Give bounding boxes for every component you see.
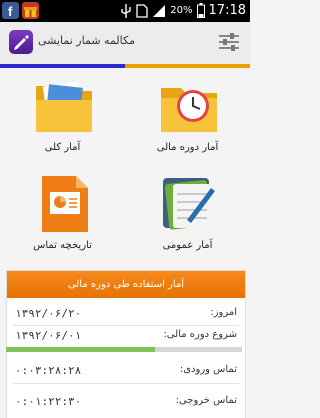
period-progress-bar	[6, 347, 242, 352]
financial-period-panel: آمار استفاده طی دوره مالی امروز: ۱۳۹۲/۰۶…	[6, 270, 246, 418]
outgoing-calls-row: تماس خروجی: ۰:۰۱:۲۲:۳۰	[7, 395, 245, 411]
facebook-icon: f	[2, 2, 19, 19]
period-start-row: شروع دوره مالی: ۱۳۹۲/۰۶/۰۱	[7, 329, 245, 345]
today-row: امروز: ۱۳۹۲/۰۶/۲۰	[7, 307, 245, 323]
incoming-calls-row: تماس ورودی: ۰:۰۳:۲۸:۲۸	[7, 364, 245, 380]
signal-icon	[153, 4, 166, 17]
menu-grid: آمار دوره مالی آمار کلی آمار عمومی تاریخ…	[0, 68, 250, 264]
row-value: ۱۳۹۲/۰۶/۰۱	[15, 329, 82, 342]
sliders-icon[interactable]	[218, 31, 240, 53]
tile-general-stats[interactable]: آمار کلی	[0, 68, 125, 166]
row-value: ۰:۰۳:۲۸:۲۸	[15, 364, 82, 377]
divider	[13, 383, 239, 384]
folder-icon	[36, 81, 92, 132]
row-label: تماس ورودی:	[179, 364, 237, 375]
row-value: ۰:۰۱:۲۲:۳۰	[15, 395, 82, 408]
phone-edit-logo-icon[interactable]	[9, 30, 33, 54]
tile-financial-period-stats[interactable]: آمار دوره مالی	[125, 68, 250, 166]
tile-label: آمار دوره مالی	[156, 142, 219, 153]
presentation-doc-icon	[42, 176, 88, 232]
sim-icon	[136, 3, 148, 18]
notes-icon	[163, 178, 215, 230]
tile-label: آمار عمومی	[162, 240, 213, 251]
tile-call-history[interactable]: تاریخچه تماس	[0, 166, 125, 264]
panel-title: آمار استفاده طی دوره مالی	[7, 271, 245, 298]
tile-label: تاریخچه تماس	[33, 240, 92, 251]
row-label: امروز:	[210, 307, 237, 318]
row-label: تماس خروجی:	[175, 395, 237, 406]
clock: 17:18	[208, 3, 246, 18]
row-value: ۱۳۹۲/۰۶/۲۰	[15, 307, 82, 320]
battery-icon	[196, 3, 205, 18]
divider	[13, 325, 239, 326]
svg-text:f: f	[8, 4, 13, 19]
progress-fill	[6, 347, 155, 352]
tile-public-stats[interactable]: آمار عمومی	[125, 166, 250, 264]
battery-percent: 20%	[170, 5, 193, 16]
status-bar: f 20% 17:18	[0, 0, 250, 22]
gift-icon	[22, 2, 39, 19]
app-title: مکالمه شمار نمایشی	[38, 34, 135, 47]
app-bar: مکالمه شمار نمایشی	[0, 22, 250, 65]
tile-label: آمار کلی	[44, 142, 81, 153]
usb-icon	[121, 3, 131, 18]
row-label: شروع دوره مالی:	[163, 329, 237, 340]
folder-clock-icon	[161, 88, 217, 132]
